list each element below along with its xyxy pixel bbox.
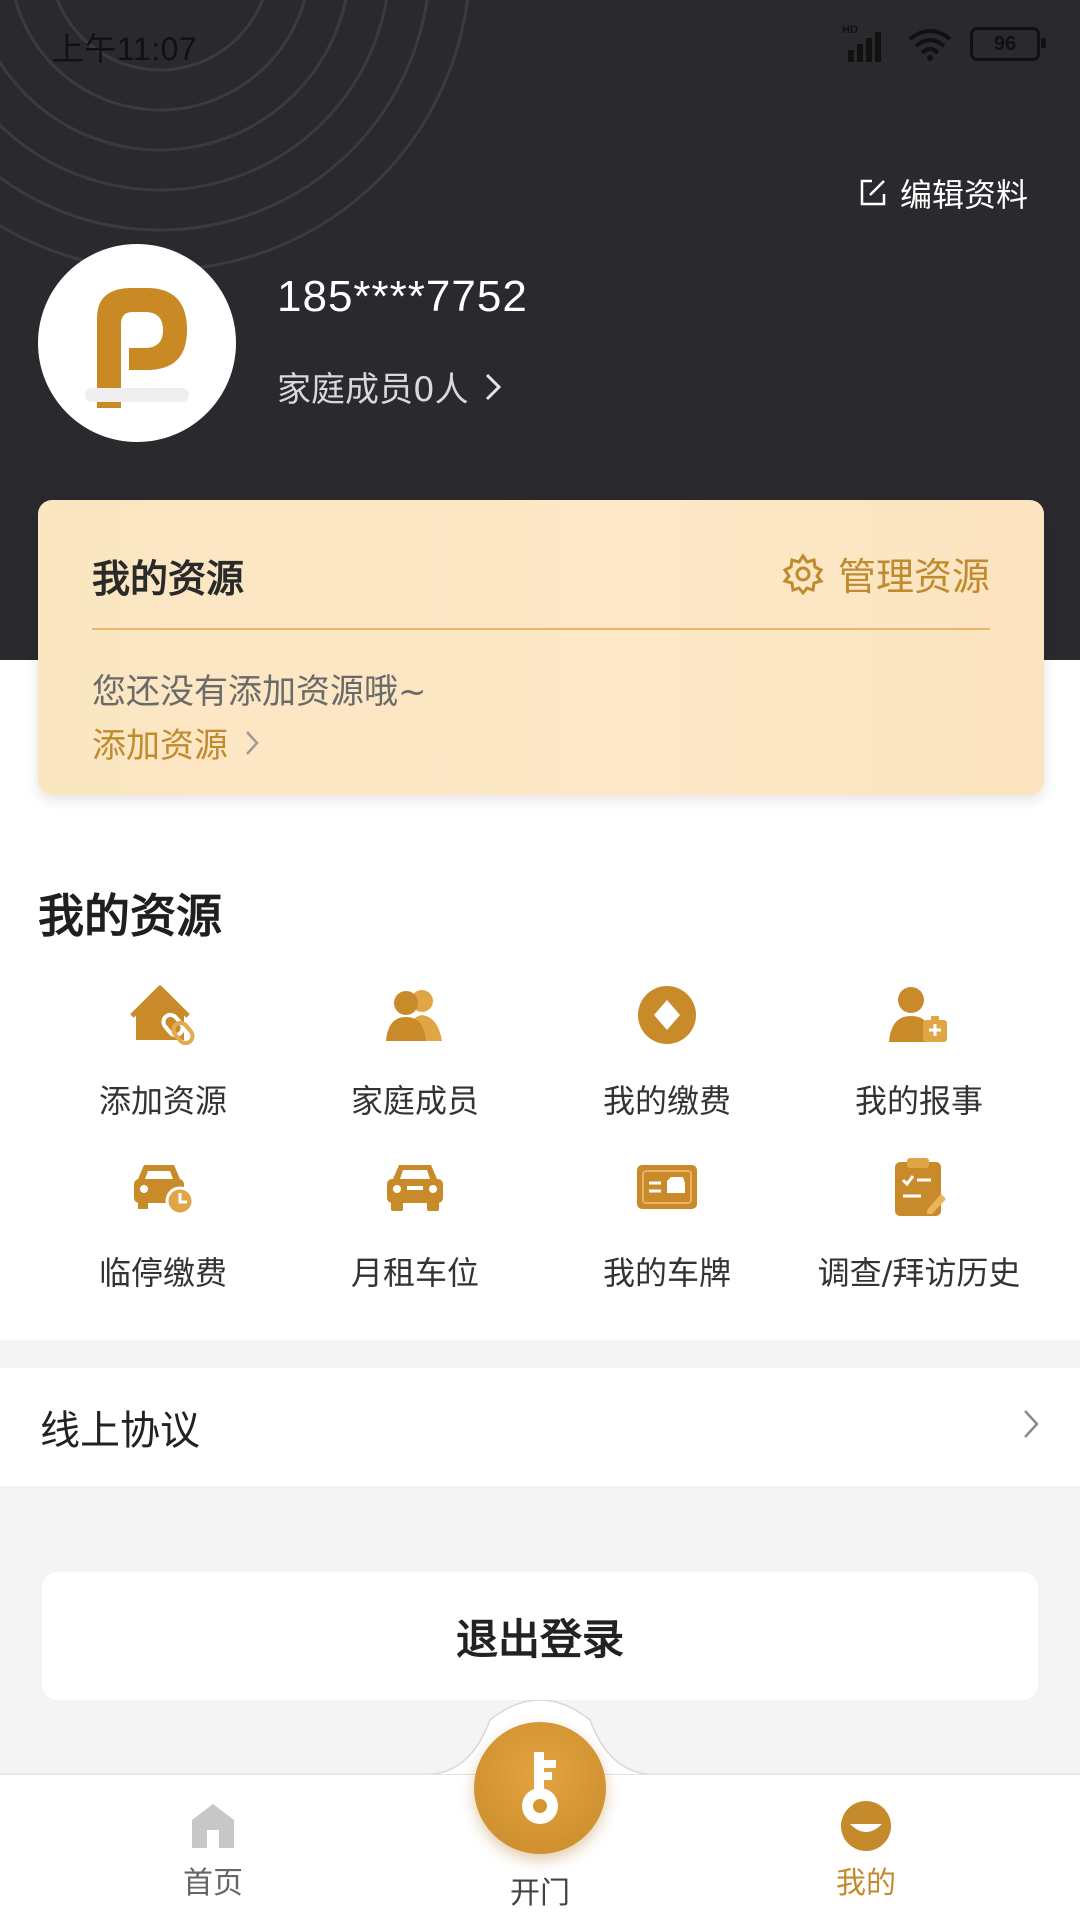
edit-icon <box>860 179 886 206</box>
nav-tab-label: 首页 <box>183 1866 243 1901</box>
battery-icon: 96 <box>970 27 1046 61</box>
grid-item-label: 月租车位 <box>350 1254 479 1292</box>
grid-item-my-report[interactable]: 我的报事 <box>793 980 1045 1130</box>
house-link-icon <box>130 985 195 1046</box>
chevron-right-icon <box>246 730 259 755</box>
online-agreement-row[interactable]: 线上协议 <box>0 1368 1080 1486</box>
card-divider <box>92 628 990 630</box>
edit-profile-button[interactable]: 编辑资料 <box>858 170 1028 216</box>
payment-coin-icon <box>638 986 696 1044</box>
car-clock-icon <box>134 1165 195 1216</box>
add-resource-label: 添加资源 <box>92 726 228 766</box>
grid-item-label: 我的报事 <box>854 1082 983 1120</box>
grid-item-label: 家庭成员 <box>350 1082 479 1120</box>
survey-clipboard-icon <box>895 1158 946 1216</box>
grid-item-label: 添加资源 <box>98 1082 227 1120</box>
cell-signal-icon: HD <box>842 24 890 62</box>
status-bar: 上午11:07 HD 96 <box>0 0 1080 90</box>
wifi-icon <box>908 29 952 61</box>
car-icon <box>387 1165 443 1211</box>
empty-resources-text: 您还没有添加资源哦~ <box>92 672 427 712</box>
manage-resources-label: 管理资源 <box>837 555 990 599</box>
grid-item-add-resource[interactable]: 添加资源 <box>37 980 289 1130</box>
license-plate-icon <box>637 1165 697 1209</box>
edit-profile-label: 编辑资料 <box>899 176 1028 214</box>
manage-resources-button[interactable]: 管理资源 <box>782 546 990 601</box>
grid-item-my-license-plate[interactable]: 我的车牌 <box>541 1152 793 1302</box>
chevron-right-icon <box>485 373 501 400</box>
report-person-icon <box>889 987 947 1042</box>
home-icon <box>192 1804 234 1848</box>
family-members-label: 家庭成员0人 <box>277 370 469 410</box>
resources-section-title: 我的资源 <box>38 889 222 943</box>
avatar[interactable] <box>38 244 236 442</box>
grid-item-survey-visit-history[interactable]: 调查/拜访历史 <box>793 1152 1045 1302</box>
family-members-icon <box>386 990 442 1041</box>
logout-button[interactable]: 退出登录 <box>42 1572 1038 1700</box>
grid-item-my-payment[interactable]: 我的缴费 <box>541 980 793 1130</box>
nav-tab-home[interactable]: 首页 <box>113 1800 313 1902</box>
gear-icon <box>782 552 824 595</box>
grid-item-temp-parking-payment[interactable]: 临停缴费 <box>37 1152 289 1302</box>
brand-logo-icon <box>85 288 189 408</box>
smile-profile-icon <box>841 1801 891 1851</box>
nav-tab-label: 我的 <box>836 1866 896 1901</box>
chevron-right-icon <box>1024 1410 1039 1438</box>
grid-item-label: 我的车牌 <box>602 1254 731 1292</box>
nav-tab-mine[interactable]: 我的 <box>766 1800 966 1902</box>
add-resource-link[interactable]: 添加资源 <box>92 718 260 767</box>
status-icons: HD 96 <box>842 24 1046 64</box>
open-door-label: 开门 <box>510 1876 570 1911</box>
battery-level: 96 <box>993 32 1017 55</box>
grid-item-label: 我的缴费 <box>602 1082 731 1120</box>
grid-item-monthly-parking[interactable]: 月租车位 <box>289 1152 541 1302</box>
my-resources-card: 我的资源 管理资源 您还没有添加资源哦~ 添加资源 <box>38 500 1044 795</box>
resource-card-title: 我的资源 <box>92 557 245 601</box>
grid-item-label: 调查/拜访历史 <box>817 1254 1021 1292</box>
family-members-link[interactable]: 家庭成员0人 <box>277 362 503 411</box>
phone-number: 185****7752 <box>277 272 528 321</box>
key-icon <box>522 1752 558 1824</box>
open-door-button[interactable] <box>474 1722 606 1854</box>
online-agreement-label: 线上协议 <box>40 1408 200 1454</box>
grid-item-label: 临停缴费 <box>98 1254 227 1292</box>
grid-item-family-members[interactable]: 家庭成员 <box>289 980 541 1130</box>
status-time: 上午11:07 <box>52 31 198 67</box>
